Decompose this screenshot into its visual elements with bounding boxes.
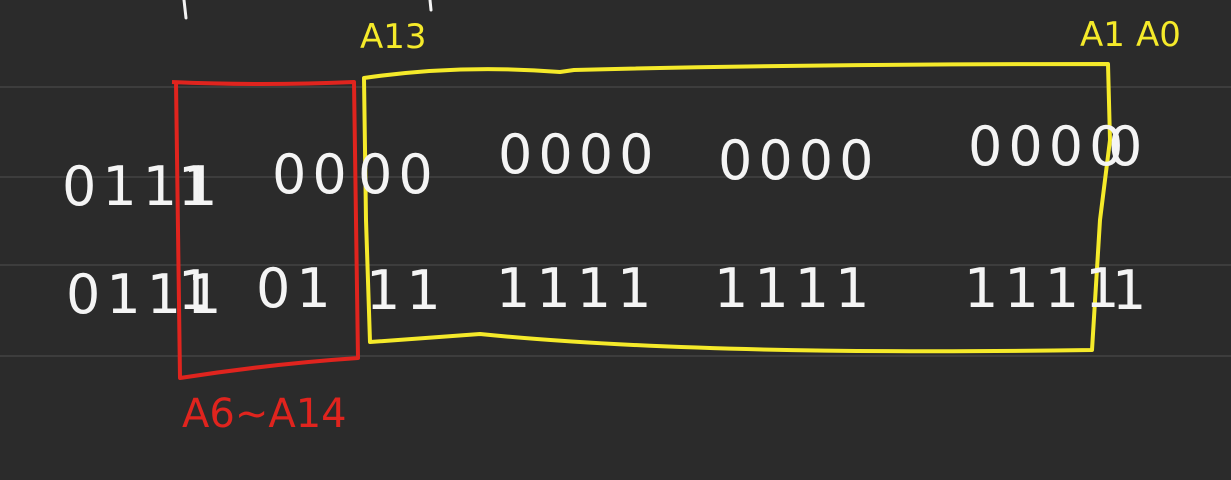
label-a0: A0	[1136, 15, 1181, 55]
label-a13: A13	[360, 17, 427, 57]
row2-yellow-lead: 11	[366, 259, 447, 322]
row2-red-group: 01	[256, 257, 337, 320]
label-a6-a14: A6~A14	[182, 391, 347, 437]
row2-red-bit: 1	[178, 259, 219, 322]
row1-group-1: 0000	[498, 123, 660, 186]
row2-last-bit: 1	[1112, 259, 1153, 322]
row2-group-3: 1111	[964, 257, 1126, 320]
row2-group-2: 1111	[714, 257, 876, 320]
red-box	[171, 80, 360, 380]
row1-red-bit: 1	[178, 155, 219, 218]
row1-last-bit: 0	[1108, 115, 1149, 178]
row1-yellow-lead: 00	[358, 143, 439, 206]
row1-red-group: 00	[272, 143, 353, 206]
row1-group-2: 0000	[718, 129, 880, 192]
row2-group-1: 1111	[496, 257, 658, 320]
row1-group-3: 0000	[968, 115, 1130, 178]
label-a1: A1	[1080, 15, 1125, 55]
